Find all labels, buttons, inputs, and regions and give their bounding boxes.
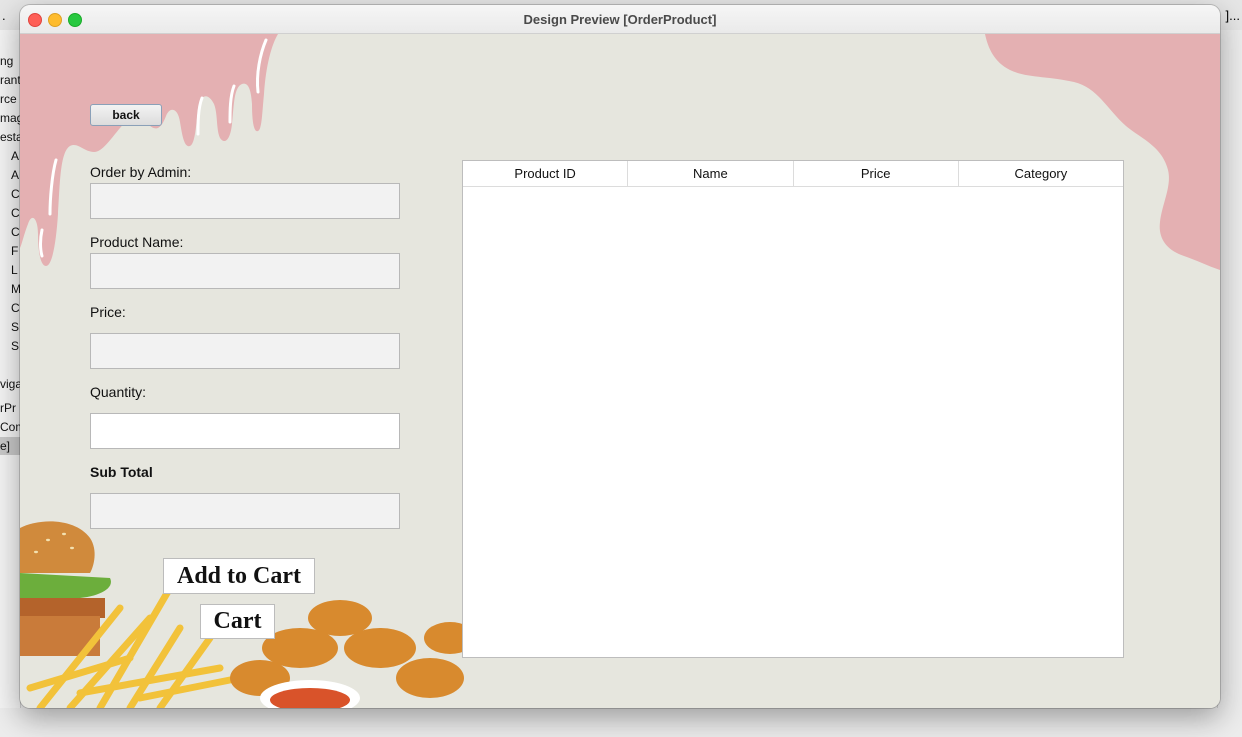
title-bar: Design Preview [OrderProduct] bbox=[20, 5, 1220, 34]
ide-bottom-bar bbox=[0, 708, 1242, 737]
price-label: Price: bbox=[90, 304, 126, 320]
table-header: Product ID Name Price Category bbox=[463, 161, 1123, 187]
column-header-category[interactable]: Category bbox=[959, 161, 1123, 186]
ide-toolbar-right-text: ]... bbox=[1225, 8, 1240, 23]
column-header-name[interactable]: Name bbox=[628, 161, 794, 186]
ide-nav-item[interactable]: rce bbox=[0, 92, 22, 106]
ide-nav-item[interactable]: mag bbox=[0, 111, 22, 125]
subtotal-label: Sub Total bbox=[90, 464, 153, 480]
design-preview-window: Design Preview [OrderProduct] back Order… bbox=[20, 5, 1220, 708]
ide-nav-item[interactable]: ng bbox=[0, 54, 22, 68]
price-field[interactable] bbox=[90, 333, 400, 369]
product-name-label: Product Name: bbox=[90, 234, 184, 250]
product-table[interactable]: Product ID Name Price Category bbox=[462, 160, 1124, 658]
subtotal-field[interactable] bbox=[90, 493, 400, 529]
order-product-form: back Order by Admin: Product Name: Price… bbox=[20, 34, 1220, 708]
ide-right-panel bbox=[1217, 30, 1242, 710]
ide-toolbar-left-text: . bbox=[2, 8, 6, 23]
ide-nav-item[interactable]: rPr bbox=[0, 401, 22, 415]
order-by-admin-label: Order by Admin: bbox=[90, 164, 192, 180]
order-by-admin-field[interactable] bbox=[90, 183, 400, 219]
quantity-field[interactable] bbox=[90, 413, 400, 449]
ide-nav-item[interactable]: esta bbox=[0, 130, 22, 144]
ide-nav-item[interactable]: rant bbox=[0, 73, 22, 87]
window-title: Design Preview [OrderProduct] bbox=[523, 12, 717, 27]
column-header-product-id[interactable]: Product ID bbox=[463, 161, 629, 186]
cart-button[interactable]: Cart bbox=[200, 604, 275, 639]
back-button[interactable]: back bbox=[90, 104, 162, 126]
add-to-cart-button[interactable]: Add to Cart bbox=[163, 558, 315, 594]
ide-nav-item[interactable]: viga bbox=[0, 377, 22, 391]
column-header-price[interactable]: Price bbox=[794, 161, 959, 186]
ide-nav-item[interactable]: Com bbox=[0, 420, 22, 434]
ide-nav-item[interactable]: e] bbox=[0, 439, 22, 453]
product-name-field[interactable] bbox=[90, 253, 400, 289]
quantity-label: Quantity: bbox=[90, 384, 147, 400]
table-body[interactable] bbox=[463, 187, 1123, 657]
